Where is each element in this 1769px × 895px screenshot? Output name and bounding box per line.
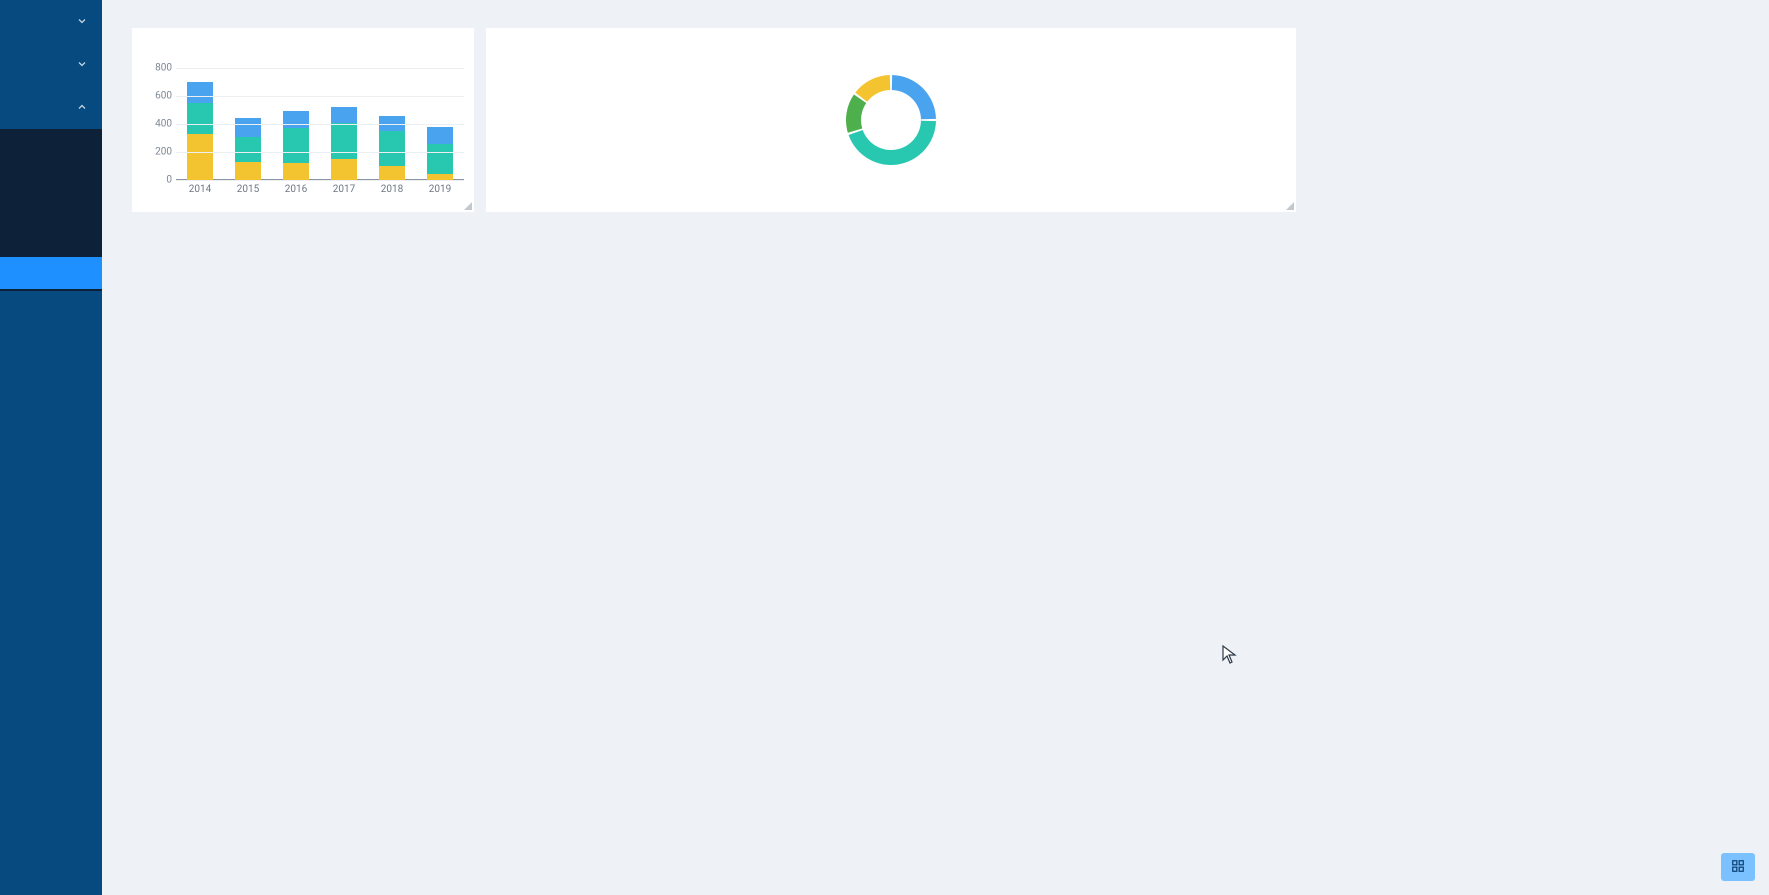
sidebar-item-3-expanded[interactable] xyxy=(0,86,102,129)
gridline xyxy=(176,152,464,153)
bar-segment-blue xyxy=(331,107,357,122)
donut-slice-yellow[interactable] xyxy=(855,75,890,102)
chevron-down-icon xyxy=(76,55,88,74)
sidebar-item-1[interactable] xyxy=(0,0,102,43)
bar-segment-teal xyxy=(331,123,357,159)
bar-segment-yellow xyxy=(379,166,405,180)
x-tick-label: 2015 xyxy=(224,180,272,198)
grid-icon xyxy=(1731,859,1745,876)
widgets-button[interactable] xyxy=(1721,853,1755,881)
x-tick-label: 2016 xyxy=(272,180,320,198)
bar-chart: 0200400600800 201420152016201720182019 xyxy=(144,68,464,198)
gridline xyxy=(176,96,464,97)
resize-handle-icon[interactable] xyxy=(1286,202,1294,210)
donut-slice-blue[interactable] xyxy=(892,75,936,119)
y-tick-label: 400 xyxy=(144,119,172,130)
bar-segment-blue xyxy=(235,118,261,136)
y-tick-label: 800 xyxy=(144,63,172,74)
bar-segment-teal xyxy=(187,103,213,134)
bar-chart-panel[interactable]: 0 200 400 600 800 201420152016201720182019 xyxy=(132,28,474,212)
bar-segment-blue xyxy=(187,82,213,103)
x-tick-label: 2019 xyxy=(416,180,464,198)
donut-chart-panel[interactable] xyxy=(486,28,1296,212)
dashboard-canvas: 0 200 400 600 800 201420152016201720182019 xyxy=(102,0,1769,895)
x-tick-label: 2017 xyxy=(320,180,368,198)
bar-segment-yellow xyxy=(283,163,309,180)
y-tick-label: 600 xyxy=(144,91,172,102)
bar-segment-blue xyxy=(427,127,453,144)
gridline xyxy=(176,68,464,69)
sidebar-item-2[interactable] xyxy=(0,43,102,86)
x-tick-label: 2014 xyxy=(176,180,224,198)
bar-segment-yellow xyxy=(235,162,261,180)
bar-segment-teal xyxy=(235,137,261,162)
bar-segment-teal xyxy=(283,128,309,163)
chevron-up-icon xyxy=(76,98,88,117)
y-tick-label: 200 xyxy=(144,147,172,158)
sidebar-divider xyxy=(0,289,102,291)
bar-segment-yellow xyxy=(187,134,213,180)
sidebar-subgroup xyxy=(0,129,102,257)
donut-slice-green[interactable] xyxy=(846,95,866,133)
x-tick-label: 2018 xyxy=(368,180,416,198)
bar-segment-yellow xyxy=(331,159,357,180)
sidebar xyxy=(0,0,102,895)
bar-segment-blue xyxy=(283,111,309,128)
x-axis-labels: 201420152016201720182019 xyxy=(176,180,464,198)
gridline xyxy=(176,124,464,125)
resize-handle-icon[interactable] xyxy=(464,202,472,210)
bar-segment-teal xyxy=(427,144,453,175)
chevron-down-icon xyxy=(76,12,88,31)
donut-chart xyxy=(841,70,941,170)
bar-segment-teal xyxy=(379,131,405,166)
y-tick-label: 0 xyxy=(144,175,172,186)
sidebar-item-active[interactable] xyxy=(0,257,102,289)
